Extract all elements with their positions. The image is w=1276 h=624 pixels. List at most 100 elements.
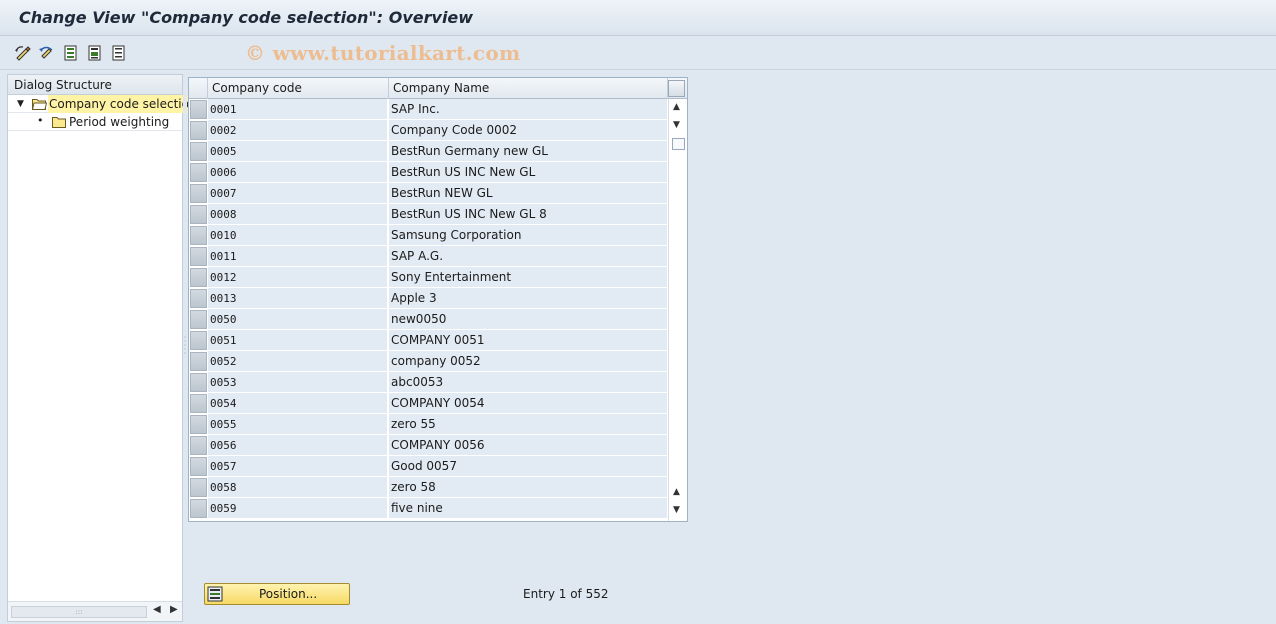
row-selector[interactable]: [190, 205, 207, 224]
row-selector[interactable]: [190, 457, 207, 476]
cell-company-name[interactable]: abc0053: [389, 372, 667, 393]
pane-splitter[interactable]: · · · · ·: [183, 74, 187, 622]
cell-company-name[interactable]: COMPANY 0056: [389, 435, 667, 456]
cell-company-name[interactable]: company 0052: [389, 351, 667, 372]
position-button[interactable]: Position...: [204, 583, 350, 605]
cell-company-code[interactable]: 0050: [208, 309, 388, 330]
table-row[interactable]: 0050 new0050: [189, 309, 667, 330]
table-row[interactable]: 0001 SAP Inc.: [189, 99, 667, 120]
cell-company-name[interactable]: COMPANY 0051: [389, 330, 667, 351]
row-selector[interactable]: [190, 289, 207, 308]
table-row[interactable]: 0057 Good 0057: [189, 456, 667, 477]
scroll-right-icon[interactable]: ▶: [170, 604, 178, 615]
cell-company-name[interactable]: Sony Entertainment: [389, 267, 667, 288]
table-row[interactable]: 0059 five nine: [189, 498, 667, 519]
cell-company-code[interactable]: 0057: [208, 456, 388, 477]
table-vertical-scrollbar[interactable]: ▲ ▼ ▲ ▼: [668, 99, 687, 521]
table-row[interactable]: 0053 abc0053: [189, 372, 667, 393]
table-row[interactable]: 0011 SAP A.G.: [189, 246, 667, 267]
cell-company-name[interactable]: BestRun NEW GL: [389, 183, 667, 204]
cell-company-code[interactable]: 0005: [208, 141, 388, 162]
select-block-icon[interactable]: [85, 43, 105, 63]
table-row[interactable]: 0054 COMPANY 0054: [189, 393, 667, 414]
row-selector[interactable]: [190, 436, 207, 455]
display-change-icon[interactable]: [13, 43, 33, 63]
table-row[interactable]: 0002 Company Code 0002: [189, 120, 667, 141]
table-row[interactable]: 0052 company 0052: [189, 351, 667, 372]
scroll-down-icon[interactable]: ▼: [673, 505, 680, 515]
table-row[interactable]: 0058 zero 58: [189, 477, 667, 498]
cell-company-name[interactable]: BestRun Germany new GL: [389, 141, 667, 162]
row-selector[interactable]: [190, 121, 207, 140]
cell-company-name[interactable]: Good 0057: [389, 456, 667, 477]
cell-company-name[interactable]: five nine: [389, 498, 667, 519]
cell-company-code[interactable]: 0056: [208, 435, 388, 456]
cell-company-name[interactable]: zero 58: [389, 477, 667, 498]
table-row[interactable]: 0012 Sony Entertainment: [189, 267, 667, 288]
cell-company-code[interactable]: 0007: [208, 183, 388, 204]
table-row[interactable]: 0051 COMPANY 0051: [189, 330, 667, 351]
row-selector[interactable]: [190, 142, 207, 161]
table-row[interactable]: 0056 COMPANY 0056: [189, 435, 667, 456]
cell-company-code[interactable]: 0006: [208, 162, 388, 183]
table-row[interactable]: 0007 BestRun NEW GL: [189, 183, 667, 204]
row-selector[interactable]: [190, 268, 207, 287]
cell-company-name[interactable]: zero 55: [389, 414, 667, 435]
scroll-page-down-icon[interactable]: ▼: [673, 120, 680, 130]
cell-company-name[interactable]: Apple 3: [389, 288, 667, 309]
table-row[interactable]: 0010 Samsung Corporation: [189, 225, 667, 246]
cell-company-name[interactable]: SAP Inc.: [389, 99, 667, 120]
tree-item-company-code-selection[interactable]: ▼ Company code selection: [8, 95, 198, 113]
row-selector[interactable]: [190, 100, 207, 119]
cell-company-code[interactable]: 0054: [208, 393, 388, 414]
column-header-company-name[interactable]: Company Name: [389, 78, 668, 99]
cell-company-name[interactable]: new0050: [389, 309, 667, 330]
expand-arrow-icon[interactable]: ▼: [17, 95, 24, 113]
row-selector[interactable]: [190, 415, 207, 434]
cell-company-code[interactable]: 0055: [208, 414, 388, 435]
row-selector[interactable]: [190, 184, 207, 203]
table-row[interactable]: 0055 zero 55: [189, 414, 667, 435]
row-selector[interactable]: [190, 478, 207, 497]
table-settings-icon[interactable]: [668, 80, 685, 97]
scroll-up-icon[interactable]: ▲: [673, 102, 680, 112]
tree-item-period-weighting[interactable]: • Period weighting: [8, 113, 182, 131]
cell-company-code[interactable]: 0051: [208, 330, 388, 351]
row-selector[interactable]: [190, 310, 207, 329]
table-row[interactable]: 0005 BestRun Germany new GL: [189, 141, 667, 162]
cell-company-name[interactable]: Samsung Corporation: [389, 225, 667, 246]
row-selector[interactable]: [190, 247, 207, 266]
cell-company-code[interactable]: 0053: [208, 372, 388, 393]
scroll-left-icon[interactable]: ◀: [153, 604, 161, 615]
row-selector[interactable]: [190, 373, 207, 392]
deselect-all-icon[interactable]: [109, 43, 129, 63]
cell-company-name[interactable]: BestRun US INC New GL 8: [389, 204, 667, 225]
row-selector[interactable]: [190, 352, 207, 371]
cell-company-code[interactable]: 0058: [208, 477, 388, 498]
cell-company-code[interactable]: 0011: [208, 246, 388, 267]
column-header-company-code[interactable]: Company code: [208, 78, 389, 99]
tree-horizontal-scrollbar[interactable]: :::: [11, 606, 147, 618]
cell-company-code[interactable]: 0013: [208, 288, 388, 309]
cell-company-name[interactable]: Company Code 0002: [389, 120, 667, 141]
cell-company-code[interactable]: 0012: [208, 267, 388, 288]
undo-icon[interactable]: [37, 43, 57, 63]
cell-company-code[interactable]: 0001: [208, 99, 388, 120]
cell-company-name[interactable]: COMPANY 0054: [389, 393, 667, 414]
scroll-page-up-icon[interactable]: ▲: [673, 487, 680, 497]
table-row[interactable]: 0006 BestRun US INC New GL: [189, 162, 667, 183]
table-row[interactable]: 0013 Apple 3: [189, 288, 667, 309]
cell-company-code[interactable]: 0052: [208, 351, 388, 372]
cell-company-name[interactable]: SAP A.G.: [389, 246, 667, 267]
cell-company-code[interactable]: 0010: [208, 225, 388, 246]
cell-company-code[interactable]: 0059: [208, 498, 388, 519]
table-row[interactable]: 0008 BestRun US INC New GL 8: [189, 204, 667, 225]
cell-company-code[interactable]: 0002: [208, 120, 388, 141]
row-selector[interactable]: [190, 331, 207, 350]
row-selector[interactable]: [190, 394, 207, 413]
select-all-icon[interactable]: [61, 43, 81, 63]
row-selector[interactable]: [190, 163, 207, 182]
row-selector-header[interactable]: [189, 78, 208, 99]
row-selector[interactable]: [190, 226, 207, 245]
row-selector[interactable]: [190, 499, 207, 518]
